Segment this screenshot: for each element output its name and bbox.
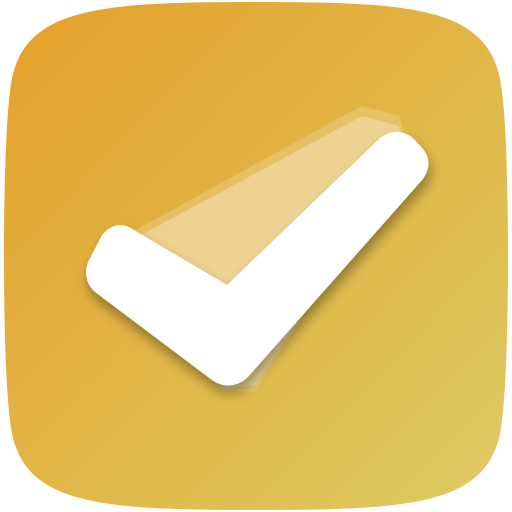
app-icon-graphic xyxy=(4,2,508,510)
app-icon[interactable] xyxy=(0,0,512,512)
